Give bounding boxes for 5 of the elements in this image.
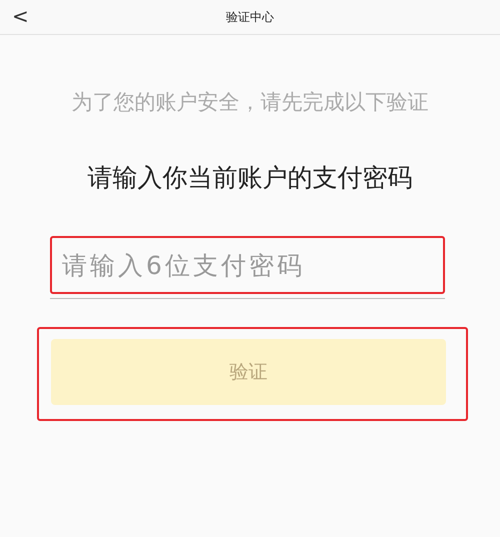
- heading: 请输入你当前账户的支付密码: [86, 162, 414, 194]
- password-field[interactable]: 请输入6位支付密码: [50, 236, 445, 294]
- back-button[interactable]: <: [8, 2, 33, 30]
- security-prompt: 为了您的账户安全，请先完成以下验证: [70, 89, 430, 116]
- page-title: 验证中心: [226, 10, 274, 24]
